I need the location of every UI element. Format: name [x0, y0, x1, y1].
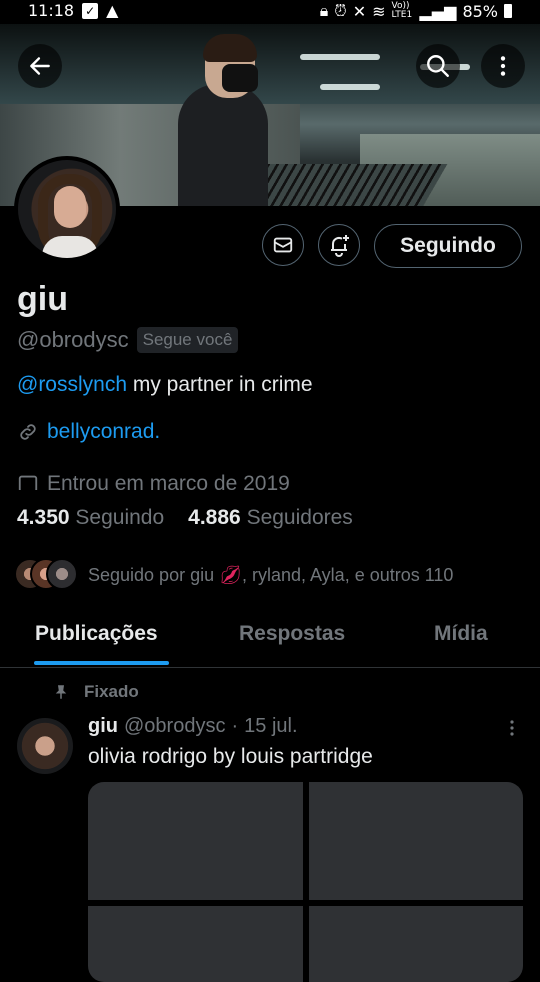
media-image[interactable]: [308, 906, 523, 982]
profile-name: giu: [17, 280, 68, 318]
follow-counts: 4.350 Seguindo 4.886 Seguidores: [17, 506, 353, 530]
alarm-icon: ⏰︎: [334, 1, 347, 20]
notifications-button[interactable]: [318, 224, 360, 266]
battery-level: 85%: [462, 1, 498, 21]
bell-plus-icon: [331, 235, 349, 257]
bio-text: my partner in crime: [127, 373, 313, 396]
post-more-button[interactable]: [505, 718, 519, 743]
followed-by-row[interactable]: Seguido por giu 💋︎, ryland, Ayla, e outr…: [14, 558, 453, 592]
post-text: olivia rodrigo by louis partridge: [88, 745, 373, 768]
following-label: Seguindo: [75, 506, 165, 529]
more-vertical-icon: [510, 720, 514, 736]
volte-label: Vo)) LTE1: [391, 1, 413, 20]
calendar-icon: [18, 475, 38, 490]
profile-avatar[interactable]: [14, 156, 120, 262]
handle-row: @obrodysc Segue você: [17, 327, 239, 353]
post-header: giu @obrodysc · 15 jul.: [88, 715, 298, 738]
search-icon: [427, 55, 449, 77]
media-image[interactable]: [88, 782, 303, 900]
bio-mention-link[interactable]: @rosslynch: [17, 373, 127, 396]
post-date[interactable]: 15 jul.: [244, 715, 297, 738]
link-icon: [20, 424, 36, 440]
following-link[interactable]: 4.350 Seguindo: [17, 506, 164, 530]
post-author-handle[interactable]: @obrodysc: [124, 715, 225, 738]
active-tab-indicator: [34, 661, 169, 665]
media-image[interactable]: [88, 906, 303, 982]
tab-media[interactable]: Mídia: [434, 622, 488, 646]
media-image[interactable]: [308, 782, 523, 900]
profile-handle: @obrodysc: [17, 327, 129, 352]
more-options-button[interactable]: [481, 44, 525, 88]
followed-by-text: Seguido por giu 💋︎, ryland, Ayla, e outr…: [88, 564, 454, 585]
search-button[interactable]: [416, 44, 460, 88]
followed-by-avatars: [14, 558, 80, 592]
back-button[interactable]: [18, 44, 62, 88]
followers-label: Seguidores: [246, 506, 353, 529]
wifi-icon: ≋: [372, 1, 386, 21]
message-button[interactable]: [262, 224, 304, 266]
followers-link[interactable]: 4.886 Seguidores: [188, 506, 353, 530]
post-media-grid: [88, 782, 523, 982]
kiss-emoji-icon: 💋︎: [219, 564, 242, 585]
tab-replies[interactable]: Respostas: [239, 622, 345, 646]
mail-icon: [273, 237, 293, 253]
post-author-name[interactable]: giu: [88, 715, 118, 738]
joined-text: Entrou em março de 2019: [47, 472, 290, 490]
mute-icon: ✕: [352, 1, 367, 21]
tab-posts[interactable]: Publicações: [35, 622, 158, 646]
signal-icon: ▂▄▆: [419, 1, 457, 21]
website-link[interactable]: bellyconrad.: [47, 420, 160, 444]
joined-date: Entrou em março de 2019: [17, 472, 290, 490]
pinned-indicator: Fixado: [52, 682, 139, 702]
post-author-avatar[interactable]: [17, 718, 73, 774]
check-notification-icon: ✓: [82, 2, 99, 19]
pinned-label: Fixado: [84, 682, 139, 701]
lock-icon: 🔒︎: [319, 1, 329, 20]
pin-icon: [55, 685, 67, 699]
profile-tabs: Publicações Respostas Mídia: [0, 610, 540, 668]
follows-you-badge: Segue você: [136, 327, 239, 353]
status-bar: 11:18 ✓ ▲ 🔒︎ ⏰︎ ✕ ≋ Vo)) LTE1 ▂▄▆ 85%: [0, 0, 540, 24]
more-vertical-icon: [500, 56, 506, 76]
profile-bio: @rosslynch my partner in crime: [17, 373, 313, 397]
following-button[interactable]: Seguindo: [374, 224, 522, 268]
back-arrow-icon: [30, 57, 50, 75]
post-separator: ·: [231, 715, 239, 737]
following-count: 4.350: [17, 506, 70, 529]
warning-icon: ▲: [106, 1, 119, 20]
battery-icon: [504, 4, 512, 18]
profile-website: bellyconrad.: [17, 420, 160, 444]
status-time: 11:18: [28, 1, 75, 20]
followers-count: 4.886: [188, 506, 241, 529]
avatar: [46, 558, 78, 590]
